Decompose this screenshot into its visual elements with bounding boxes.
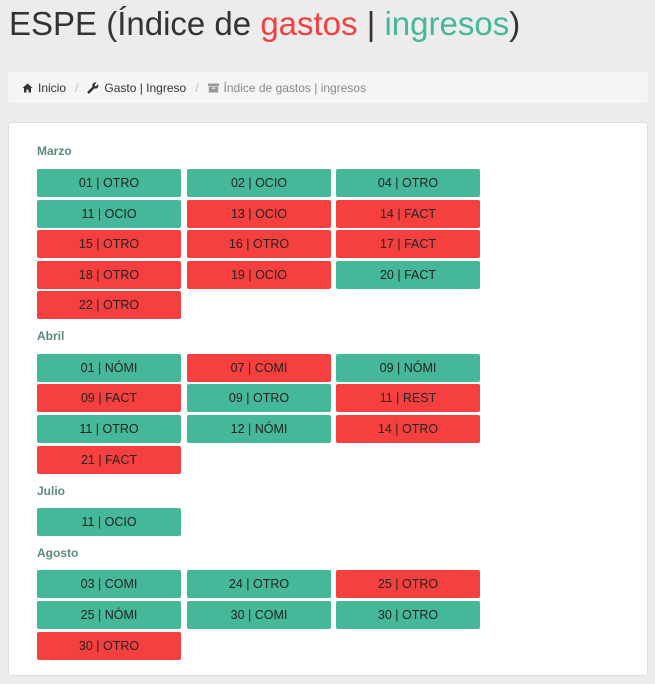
entry-tile[interactable]: 13 | OCIO xyxy=(187,200,331,228)
entry-tile[interactable]: 16 | OTRO xyxy=(187,230,331,258)
entry-tile[interactable]: 09 | FACT xyxy=(37,384,181,412)
page-title: ESPE (Índice de gastos | ingresos) xyxy=(9,4,520,44)
entry-tile[interactable]: 19 | OCIO xyxy=(187,261,331,289)
entry-tile[interactable]: 22 | OTRO xyxy=(37,291,181,319)
entry-tile[interactable]: 30 | COMI xyxy=(187,601,331,629)
entry-tile[interactable]: 07 | COMI xyxy=(187,354,331,382)
entry-tile[interactable]: 30 | OTRO xyxy=(37,632,181,660)
entry-tile[interactable]: 09 | NÓMI xyxy=(336,354,480,382)
breadcrumb-label: Gasto | Ingreso xyxy=(104,80,187,95)
entry-tile[interactable]: 12 | NÓMI xyxy=(187,415,331,443)
breadcrumb-divider: / xyxy=(195,80,199,95)
month-heading-abril: Abril xyxy=(37,329,65,343)
entry-tile[interactable]: 30 | OTRO xyxy=(336,601,480,629)
breadcrumb-item-current: Índice de gastos | ingresos xyxy=(207,80,367,95)
entries-panel: Marzo 01 | OTRO 02 | OCIO 04 | OTRO 11 |… xyxy=(8,122,648,676)
entry-tile[interactable]: 15 | OTRO xyxy=(37,230,181,258)
entry-tile[interactable]: 11 | OCIO xyxy=(37,200,181,228)
title-gastos: gastos xyxy=(260,5,358,42)
entry-tile[interactable]: 11 | REST xyxy=(336,384,480,412)
title-index: Índice de xyxy=(117,5,261,42)
breadcrumb-divider: / xyxy=(75,80,79,95)
entry-tile[interactable]: 11 | OTRO xyxy=(37,415,181,443)
breadcrumb: Inicio / Gasto | Ingreso / Índice de gas… xyxy=(8,72,648,103)
title-prefix: ESPE ( xyxy=(9,5,118,42)
breadcrumb-label: Índice de gastos | ingresos xyxy=(223,80,367,95)
entry-tile[interactable]: 24 | OTRO xyxy=(187,570,331,598)
entry-tile[interactable]: 11 | OCIO xyxy=(37,508,181,536)
entry-tile[interactable]: 04 | OTRO xyxy=(336,169,480,197)
entry-tile[interactable]: 01 | NÓMI xyxy=(37,354,181,382)
entry-tile[interactable]: 20 | FACT xyxy=(336,261,480,289)
entry-tile[interactable]: 03 | COMI xyxy=(37,570,181,598)
breadcrumb-item-inicio[interactable]: Inicio xyxy=(22,81,66,95)
entry-tile[interactable]: 02 | OCIO xyxy=(187,169,331,197)
wrench-icon xyxy=(87,82,99,94)
entry-tile[interactable]: 17 | FACT xyxy=(336,230,480,258)
home-icon xyxy=(22,83,33,93)
entry-tile[interactable]: 25 | NÓMI xyxy=(37,601,181,629)
breadcrumb-label: Inicio xyxy=(38,80,67,95)
entry-tile[interactable]: 25 | OTRO xyxy=(336,570,480,598)
title-separator: | xyxy=(357,5,385,42)
entry-tile[interactable]: 21 | FACT xyxy=(37,446,181,474)
entry-tile[interactable]: 09 | OTRO xyxy=(187,384,331,412)
title-ingresos: ingresos xyxy=(384,5,510,42)
month-heading-marzo: Marzo xyxy=(37,144,72,158)
title-suffix: ) xyxy=(509,5,521,42)
entry-tile[interactable]: 01 | OTRO xyxy=(37,169,181,197)
month-heading-agosto: Agosto xyxy=(37,546,79,560)
month-heading-julio: Julio xyxy=(37,484,66,498)
entry-tile[interactable]: 14 | FACT xyxy=(336,200,480,228)
entry-tile[interactable]: 14 | OTRO xyxy=(336,415,480,443)
breadcrumb-item-gasto-ingreso[interactable]: Gasto | Ingreso xyxy=(87,81,186,95)
archive-icon xyxy=(207,83,219,93)
entry-tile[interactable]: 18 | OTRO xyxy=(37,261,181,289)
